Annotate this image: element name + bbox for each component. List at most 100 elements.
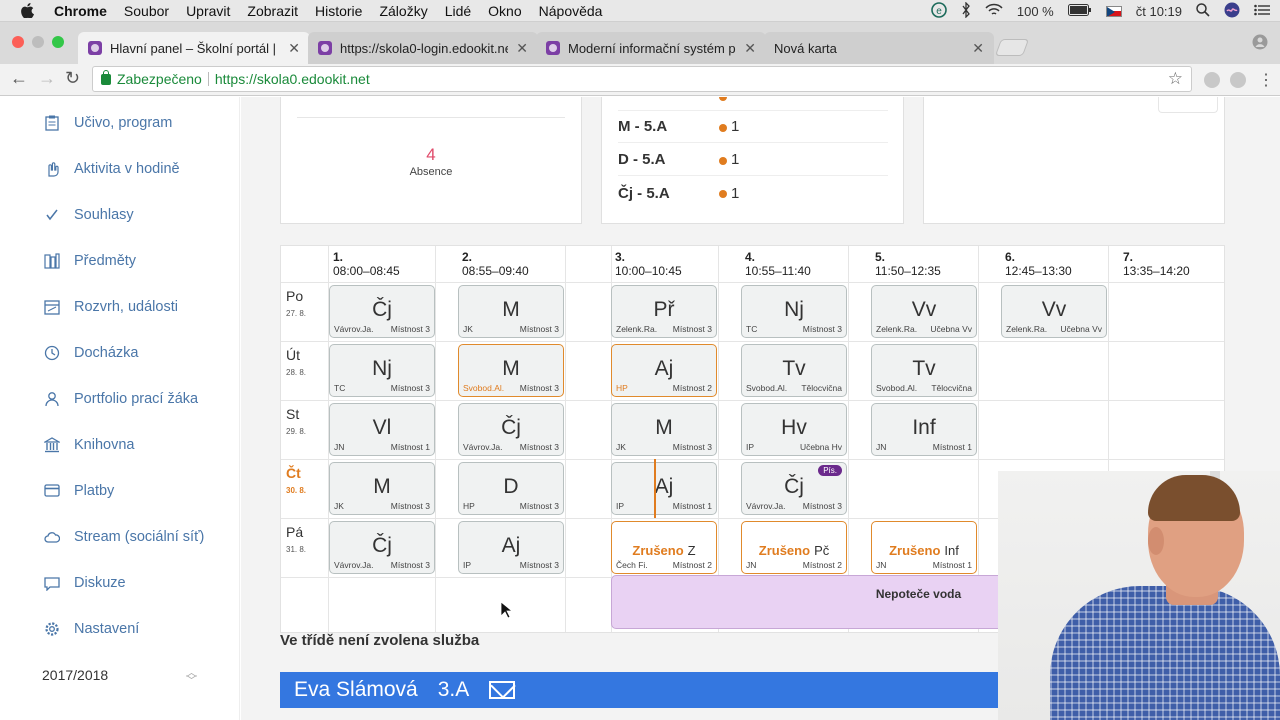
sidebar-item-platby[interactable]: Platby (44, 479, 114, 503)
sidebar-item-predmety[interactable]: Předměty (44, 249, 136, 273)
lesson-teacher: JN (334, 442, 345, 452)
sidebar-item-dochazka[interactable]: Docházka (44, 341, 138, 365)
school-year-select[interactable]: 2017/2018 (42, 667, 108, 683)
tab-hlavni-panel[interactable]: Hlavní panel – Školní portál | e ✕ (78, 32, 310, 64)
menu-historie[interactable]: Historie (315, 3, 362, 19)
edookit-status-icon[interactable]: e (931, 1, 947, 21)
lesson-cell[interactable]: Čj Vávrov.Ja. Místnost 3 Pís. (741, 462, 847, 515)
absence-count[interactable]: 4 (281, 145, 581, 165)
tab-login[interactable]: https://skola0-login.edookit.ne ✕ (308, 32, 538, 64)
lesson-cell[interactable]: M JK Místnost 3 (458, 285, 564, 338)
minimize-window-button[interactable] (32, 36, 44, 48)
reload-icon[interactable]: ↻ (65, 68, 80, 89)
menu-zobrazit[interactable]: Zobrazit (247, 3, 298, 19)
lesson-cell[interactable]: Čj Vávrov.Ja. Místnost 3 (329, 521, 435, 574)
sidebar-item-label: Souhlasy (74, 207, 134, 223)
student-name[interactable]: Eva Slámová (294, 678, 418, 702)
lesson-cell[interactable]: Vv Zelenk.Ra. Učebna Vv (1001, 285, 1107, 338)
presenter-hair (1148, 475, 1240, 521)
sidebar-item-portfolio[interactable]: Portfolio prací žáka (44, 387, 198, 411)
lesson-teacher: Zelenk.Ra. (876, 324, 918, 334)
lesson-cell[interactable]: Vl JN Místnost 1 (329, 403, 435, 456)
lesson-cell[interactable]: Zrušeno Z Čech Fi. Místnost 2 (611, 521, 717, 574)
sidebar-item-aktivita[interactable]: Aktivita v hodině (44, 157, 180, 181)
menu-upravit[interactable]: Upravit (186, 3, 230, 19)
menu-soubor[interactable]: Soubor (124, 3, 169, 19)
lesson-cell[interactable]: Čj Vávrov.Ja. Místnost 3 (458, 403, 564, 456)
lesson-cell[interactable]: Inf JN Místnost 1 (871, 403, 977, 456)
url-text[interactable]: https://skola0.edookit.net (215, 71, 370, 87)
lesson-cell[interactable]: Aj IP Místnost 1 (611, 462, 717, 515)
sidebar-item-rozvrh[interactable]: Rozvrh, události (44, 295, 178, 319)
tab-nova-karta[interactable]: Nová karta ✕ (764, 32, 994, 64)
extension-icon[interactable] (1204, 72, 1220, 88)
menu-zalozky[interactable]: Záložky (379, 3, 427, 19)
menu-okno[interactable]: Okno (488, 3, 521, 19)
lesson-cell[interactable]: Čj Vávrov.Ja. Místnost 3 (329, 285, 435, 338)
lesson-cell[interactable]: Př Zelenk.Ra. Místnost 3 (611, 285, 717, 338)
lesson-cell[interactable]: Aj IP Místnost 3 (458, 521, 564, 574)
person-icon (44, 391, 60, 407)
lesson-cell[interactable]: Tv Svobod.Al. Tělocvična (741, 344, 847, 397)
menu-lide[interactable]: Lidé (445, 3, 471, 19)
sidebar-item-stream[interactable]: Stream (sociální síť) (44, 525, 204, 549)
marks-row[interactable]: Čj - 5.A 1 (618, 177, 888, 209)
period-number: 7. (1123, 250, 1134, 264)
lesson-teacher: Zelenk.Ra. (616, 324, 658, 334)
siri-icon[interactable] (1224, 2, 1240, 21)
close-window-button[interactable] (12, 36, 24, 48)
menu-app-name[interactable]: Chrome (54, 3, 107, 19)
sidebar-item-label: Rozvrh, události (74, 299, 178, 315)
exam-badge[interactable]: Pís. (818, 465, 842, 476)
sidebar-item-nastaveni[interactable]: Nastavení (44, 617, 139, 641)
battery-icon[interactable] (1067, 3, 1092, 19)
lesson-subject: Čj (501, 416, 521, 439)
lesson-room: Místnost 1 (932, 442, 972, 452)
timetable-row-line (281, 341, 1224, 342)
envelope-icon[interactable] (489, 681, 516, 699)
chrome-menu-icon[interactable]: ⋮ (1258, 70, 1274, 90)
lesson-cell[interactable]: Hv IP Učebna Hv (741, 403, 847, 456)
new-tab-button[interactable] (994, 39, 1030, 56)
wifi-icon[interactable] (985, 3, 1003, 20)
lesson-cell[interactable]: Nj TC Místnost 3 (329, 344, 435, 397)
tab-close-icon[interactable]: ✕ (744, 40, 756, 57)
marks-row[interactable]: M - 5.A 1 (618, 111, 888, 143)
battery-percent: 100 % (1016, 3, 1054, 19)
cloud-extension-icon[interactable] (1230, 72, 1246, 88)
lesson-cell[interactable]: Zrušeno Inf JN Místnost 1 (871, 521, 977, 574)
spotlight-search-icon[interactable] (1196, 2, 1210, 20)
tab-close-icon[interactable]: ✕ (288, 40, 300, 57)
sidebar-item-souhlasy[interactable]: Souhlasy (44, 203, 134, 227)
lesson-cell[interactable]: M JK Místnost 3 (611, 403, 717, 456)
year-toggle-icon[interactable]: ︿ ﹀ (186, 668, 197, 687)
tab-close-icon[interactable]: ✕ (516, 40, 528, 57)
back-arrow-icon[interactable]: ← (10, 68, 28, 89)
clock-text[interactable]: čt 10:19 (1136, 4, 1182, 19)
czech-flag-icon[interactable] (1105, 5, 1122, 17)
address-bar[interactable]: Zabezpečeno https://skola0.edookit.net ☆ (92, 66, 1192, 92)
notification-center-icon[interactable] (1254, 4, 1270, 19)
menu-napoveda[interactable]: Nápověda (539, 3, 603, 19)
tab-close-icon[interactable]: ✕ (972, 40, 984, 57)
day-name: Po (286, 288, 304, 304)
marks-row[interactable]: D - 5.A 1 (618, 144, 888, 176)
zoom-window-button[interactable] (52, 36, 64, 48)
lesson-cell[interactable]: Vv Zelenk.Ra. Učebna Vv (871, 285, 977, 338)
lesson-cell[interactable]: M JK Místnost 3 (329, 462, 435, 515)
lesson-cell[interactable]: M Svobod.Al. Místnost 3 (458, 344, 564, 397)
lesson-cell[interactable]: D HP Místnost 3 (458, 462, 564, 515)
bookmark-star-icon[interactable]: ☆ (1168, 69, 1183, 89)
bluetooth-icon[interactable] (961, 0, 971, 21)
lesson-cell[interactable]: Aj HP Místnost 2 (611, 344, 717, 397)
lesson-cell[interactable]: Zrušeno Pč JN Místnost 2 (741, 521, 847, 574)
sidebar-item-diskuze[interactable]: Diskuze (44, 571, 126, 595)
tab-informacni-system[interactable]: Moderní informační systém pro ✕ (536, 32, 766, 64)
sidebar-item-ucivo[interactable]: Učivo, program (44, 111, 172, 135)
forward-arrow-icon[interactable]: → (38, 68, 56, 89)
apple-icon[interactable] (20, 3, 34, 18)
profile-icon[interactable] (1252, 34, 1268, 55)
sidebar-item-knihovna[interactable]: Knihovna (44, 433, 134, 457)
lesson-cell[interactable]: Nj TC Místnost 3 (741, 285, 847, 338)
lesson-cell[interactable]: Tv Svobod.Al. Tělocvična (871, 344, 977, 397)
